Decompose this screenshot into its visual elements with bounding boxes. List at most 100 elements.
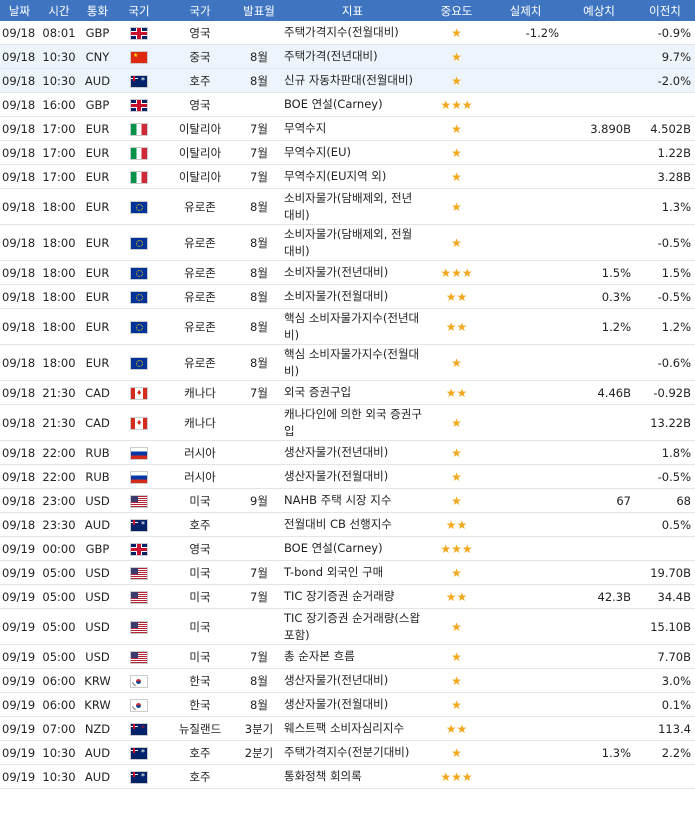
flag-icon xyxy=(131,651,147,663)
table-row[interactable]: 09/19 06:00 KRW 한국 8월 생산자물가(전년대비) ★ 3.0% xyxy=(0,668,695,693)
indicator-cell[interactable]: 무역수지(EU) xyxy=(280,140,425,165)
header-currency[interactable]: 통화 xyxy=(79,0,116,21)
table-row[interactable]: 09/1823:30AUD 호주 전월대비 CB 선행지수★★ 0.5% xyxy=(0,512,695,537)
table-row[interactable]: 09/18 18:00 EUR 유로존 8월 핵심 소비자물가지수(전년대비) ★★ 1.2%… xyxy=(0,308,695,345)
flag-icon xyxy=(131,591,147,603)
date-cell: 09/18 xyxy=(0,92,39,117)
table-row[interactable]: 09/18 18:00 EUR 유로존 8월 소비자물가(담배제외, 전년대비) ★ 1.3% xyxy=(0,188,695,225)
indicator-cell[interactable]: 핵심 소비자물가지수(전년대비) xyxy=(280,308,425,345)
forecast-cell xyxy=(563,536,635,561)
actual-cell xyxy=(488,164,563,189)
indicator-cell[interactable]: 주택가격지수(전분기대비) xyxy=(280,740,425,765)
indicator-cell[interactable]: 총 순자본 흐름 xyxy=(280,644,425,669)
indicator-cell[interactable]: 소비자물가(전년대비) xyxy=(280,260,425,285)
indicator-cell[interactable]: 웨스트팩 소비자심리지수 xyxy=(280,716,425,741)
header-importance[interactable]: 중요도 xyxy=(425,0,488,21)
currency-cell: GBP xyxy=(79,21,116,45)
indicator-cell[interactable]: 생산자물가(전년대비) xyxy=(280,440,425,465)
time-cell: 18:00 xyxy=(39,308,79,345)
time-cell: 00:00 xyxy=(39,536,79,561)
indicator-cell[interactable]: 생산자물가(전월대비) xyxy=(280,692,425,717)
indicator-cell[interactable]: 무역수지 xyxy=(280,116,425,141)
period-cell xyxy=(238,764,280,789)
header-actual[interactable]: 실제치 xyxy=(488,0,563,21)
country-cell: 러시아 xyxy=(162,464,238,489)
country-cell: 캐나다 xyxy=(162,380,238,405)
table-row[interactable]: 09/19 05:00 USD 미국 7월 총 순자본 흐름 ★ 7.70B xyxy=(0,644,695,669)
table-row[interactable]: 09/19 05:00 USD 미국 TIC 장기증권 순거래량(스왑 포함) ★ 15.1… xyxy=(0,608,695,645)
table-row[interactable]: 09/1810:30AUD 호주8월신규 자동차판대(전월대비)★ -2.0% xyxy=(0,68,695,93)
indicator-cell[interactable]: 전월대비 CB 선행지수 xyxy=(280,512,425,537)
time-cell: 18:00 xyxy=(39,260,79,285)
table-row[interactable]: 09/1821:30CAD 캐나다 캐나다인에 의한 외국 증권구입★ 13.22B xyxy=(0,404,695,441)
flag-cell xyxy=(116,740,162,765)
indicator-cell[interactable]: 생산자물가(전년대비) xyxy=(280,668,425,693)
indicator-cell[interactable]: 핵심 소비자물가지수(전월대비) xyxy=(280,344,425,381)
indicator-cell[interactable]: 주택가격지수(전월대비) xyxy=(280,21,425,45)
actual-cell xyxy=(488,260,563,285)
table-row[interactable]: 09/18 18:00 EUR 유로존 8월 소비자물가(전월대비) ★★ 0.3% -0.5% xyxy=(0,284,695,309)
indicator-cell[interactable]: 신규 자동차판대(전월대비) xyxy=(280,68,425,93)
indicator-cell[interactable]: 생산자물가(전월대비) xyxy=(280,464,425,489)
date-cell: 09/18 xyxy=(0,344,39,381)
header-flag[interactable]: 국기 xyxy=(116,0,162,21)
indicator-cell[interactable]: 무역수지(EU지역 외) xyxy=(280,164,425,189)
table-row[interactable]: 09/18 17:00 EUR 이탈리아 7월 무역수지(EU) ★ 1.22B xyxy=(0,140,695,165)
currency-cell: EUR xyxy=(79,308,116,345)
flag-cell xyxy=(116,464,162,489)
table-row[interactable]: 09/18 18:00 EUR 유로존 8월 소비자물가(담배제외, 전월대비) ★ -0.5… xyxy=(0,224,695,261)
table-row[interactable]: 09/18 16:00 GBP 영국 BOE 연설(Carney) ★★★ xyxy=(0,92,695,117)
flag-icon xyxy=(131,321,147,333)
header-previous[interactable]: 이전치 xyxy=(635,0,695,21)
table-row[interactable]: 09/1907:00NZD 뉴질랜드3분기웨스트팩 소비자심리지수★★ 113.4 xyxy=(0,716,695,741)
indicator-cell[interactable]: 캐나다인에 의한 외국 증권구입 xyxy=(280,404,425,441)
indicator-cell[interactable]: NAHB 주택 시장 지수 xyxy=(280,488,425,513)
indicator-cell[interactable]: 소비자물가(전월대비) xyxy=(280,284,425,309)
time-cell: 21:30 xyxy=(39,404,79,441)
period-cell: 9월 xyxy=(238,488,280,513)
table-row[interactable]: 09/1910:30AUD 호주 통화정책 회의록★★★ xyxy=(0,764,695,789)
table-row[interactable]: 09/19 05:00 USD 미국 7월 TIC 장기증권 순거래량 ★★ 42.3B 34.… xyxy=(0,584,695,609)
flag-cell xyxy=(116,21,162,45)
indicator-cell[interactable]: BOE 연설(Carney) xyxy=(280,536,425,561)
table-row[interactable]: 09/1821:30CAD 캐나다7월외국 증권구입★★ 4.46B-0.92B xyxy=(0,380,695,405)
table-row[interactable]: 09/19 06:00 KRW 한국 8월 생산자물가(전월대비) ★ 0.1% xyxy=(0,692,695,717)
date-cell: 09/18 xyxy=(0,21,39,45)
header-time[interactable]: 시간 xyxy=(39,0,79,21)
header-date[interactable]: 날짜 xyxy=(0,0,39,21)
indicator-cell[interactable]: 통화정책 회의록 xyxy=(280,764,425,789)
indicator-cell[interactable]: BOE 연설(Carney) xyxy=(280,92,425,117)
flag-icon xyxy=(131,675,147,687)
table-row[interactable]: 09/19 00:00 GBP 영국 BOE 연설(Carney) ★★★ xyxy=(0,536,695,561)
currency-cell: GBP xyxy=(79,536,116,561)
indicator-cell[interactable]: 주택가격(전년대비) xyxy=(280,44,425,69)
table-row[interactable]: 09/18 18:00 EUR 유로존 8월 소비자물가(전년대비) ★★★ 1.5% 1.5% xyxy=(0,260,695,285)
table-row[interactable]: 09/18 17:00 EUR 이탈리아 7월 무역수지(EU지역 외) ★ 3.28B xyxy=(0,164,695,189)
previous-cell: -0.92B xyxy=(635,380,695,405)
indicator-cell[interactable]: 소비자물가(담배제외, 전월대비) xyxy=(280,224,425,261)
header-country[interactable]: 국가 xyxy=(162,0,238,21)
indicator-cell[interactable]: 외국 증권구입 xyxy=(280,380,425,405)
indicator-cell[interactable]: TIC 장기증권 순거래량(스왑 포함) xyxy=(280,608,425,645)
date-cell: 09/18 xyxy=(0,260,39,285)
table-row[interactable]: 09/18 18:00 EUR 유로존 8월 핵심 소비자물가지수(전월대비) ★ -0.6% xyxy=(0,344,695,381)
indicator-cell[interactable]: T-bond 외국인 구매 xyxy=(280,560,425,585)
time-cell: 17:00 xyxy=(39,116,79,141)
header-forecast[interactable]: 예상치 xyxy=(563,0,635,21)
table-row[interactable]: 09/1910:30AUD 호주2분기주택가격지수(전분기대비)★ 1.3%2.2% xyxy=(0,740,695,765)
date-cell: 09/18 xyxy=(0,308,39,345)
table-row[interactable]: 09/18 23:00 USD 미국 9월 NAHB 주택 시장 지수 ★ 67 68 xyxy=(0,488,695,513)
header-period[interactable]: 발표월 xyxy=(238,0,280,21)
header-indicator[interactable]: 지표 xyxy=(280,0,425,21)
table-row[interactable]: 09/18 22:00 RUB 러시아 생산자물가(전월대비) ★ -0.5% xyxy=(0,464,695,489)
table-row[interactable]: 09/18 08:01 GBP 영국 주택가격지수(전월대비) ★ -1.2% -0.9% xyxy=(0,21,695,45)
table-row[interactable]: 09/18 17:00 EUR 이탈리아 7월 무역수지 ★ 3.890B 4.502B xyxy=(0,116,695,141)
table-row[interactable]: 09/19 05:00 USD 미국 7월 T-bond 외국인 구매 ★ 19.70B xyxy=(0,560,695,585)
actual-cell xyxy=(488,644,563,669)
country-cell: 유로존 xyxy=(162,308,238,345)
table-row[interactable]: 09/18 22:00 RUB 러시아 생산자물가(전년대비) ★ 1.8% xyxy=(0,440,695,465)
table-row[interactable]: 09/1810:30CNY 중국8월주택가격(전년대비)★ 9.7% xyxy=(0,44,695,69)
indicator-cell[interactable]: 소비자물가(담배제외, 전년대비) xyxy=(280,188,425,225)
importance-stars: ★ xyxy=(425,21,488,45)
indicator-cell[interactable]: TIC 장기증권 순거래량 xyxy=(280,584,425,609)
